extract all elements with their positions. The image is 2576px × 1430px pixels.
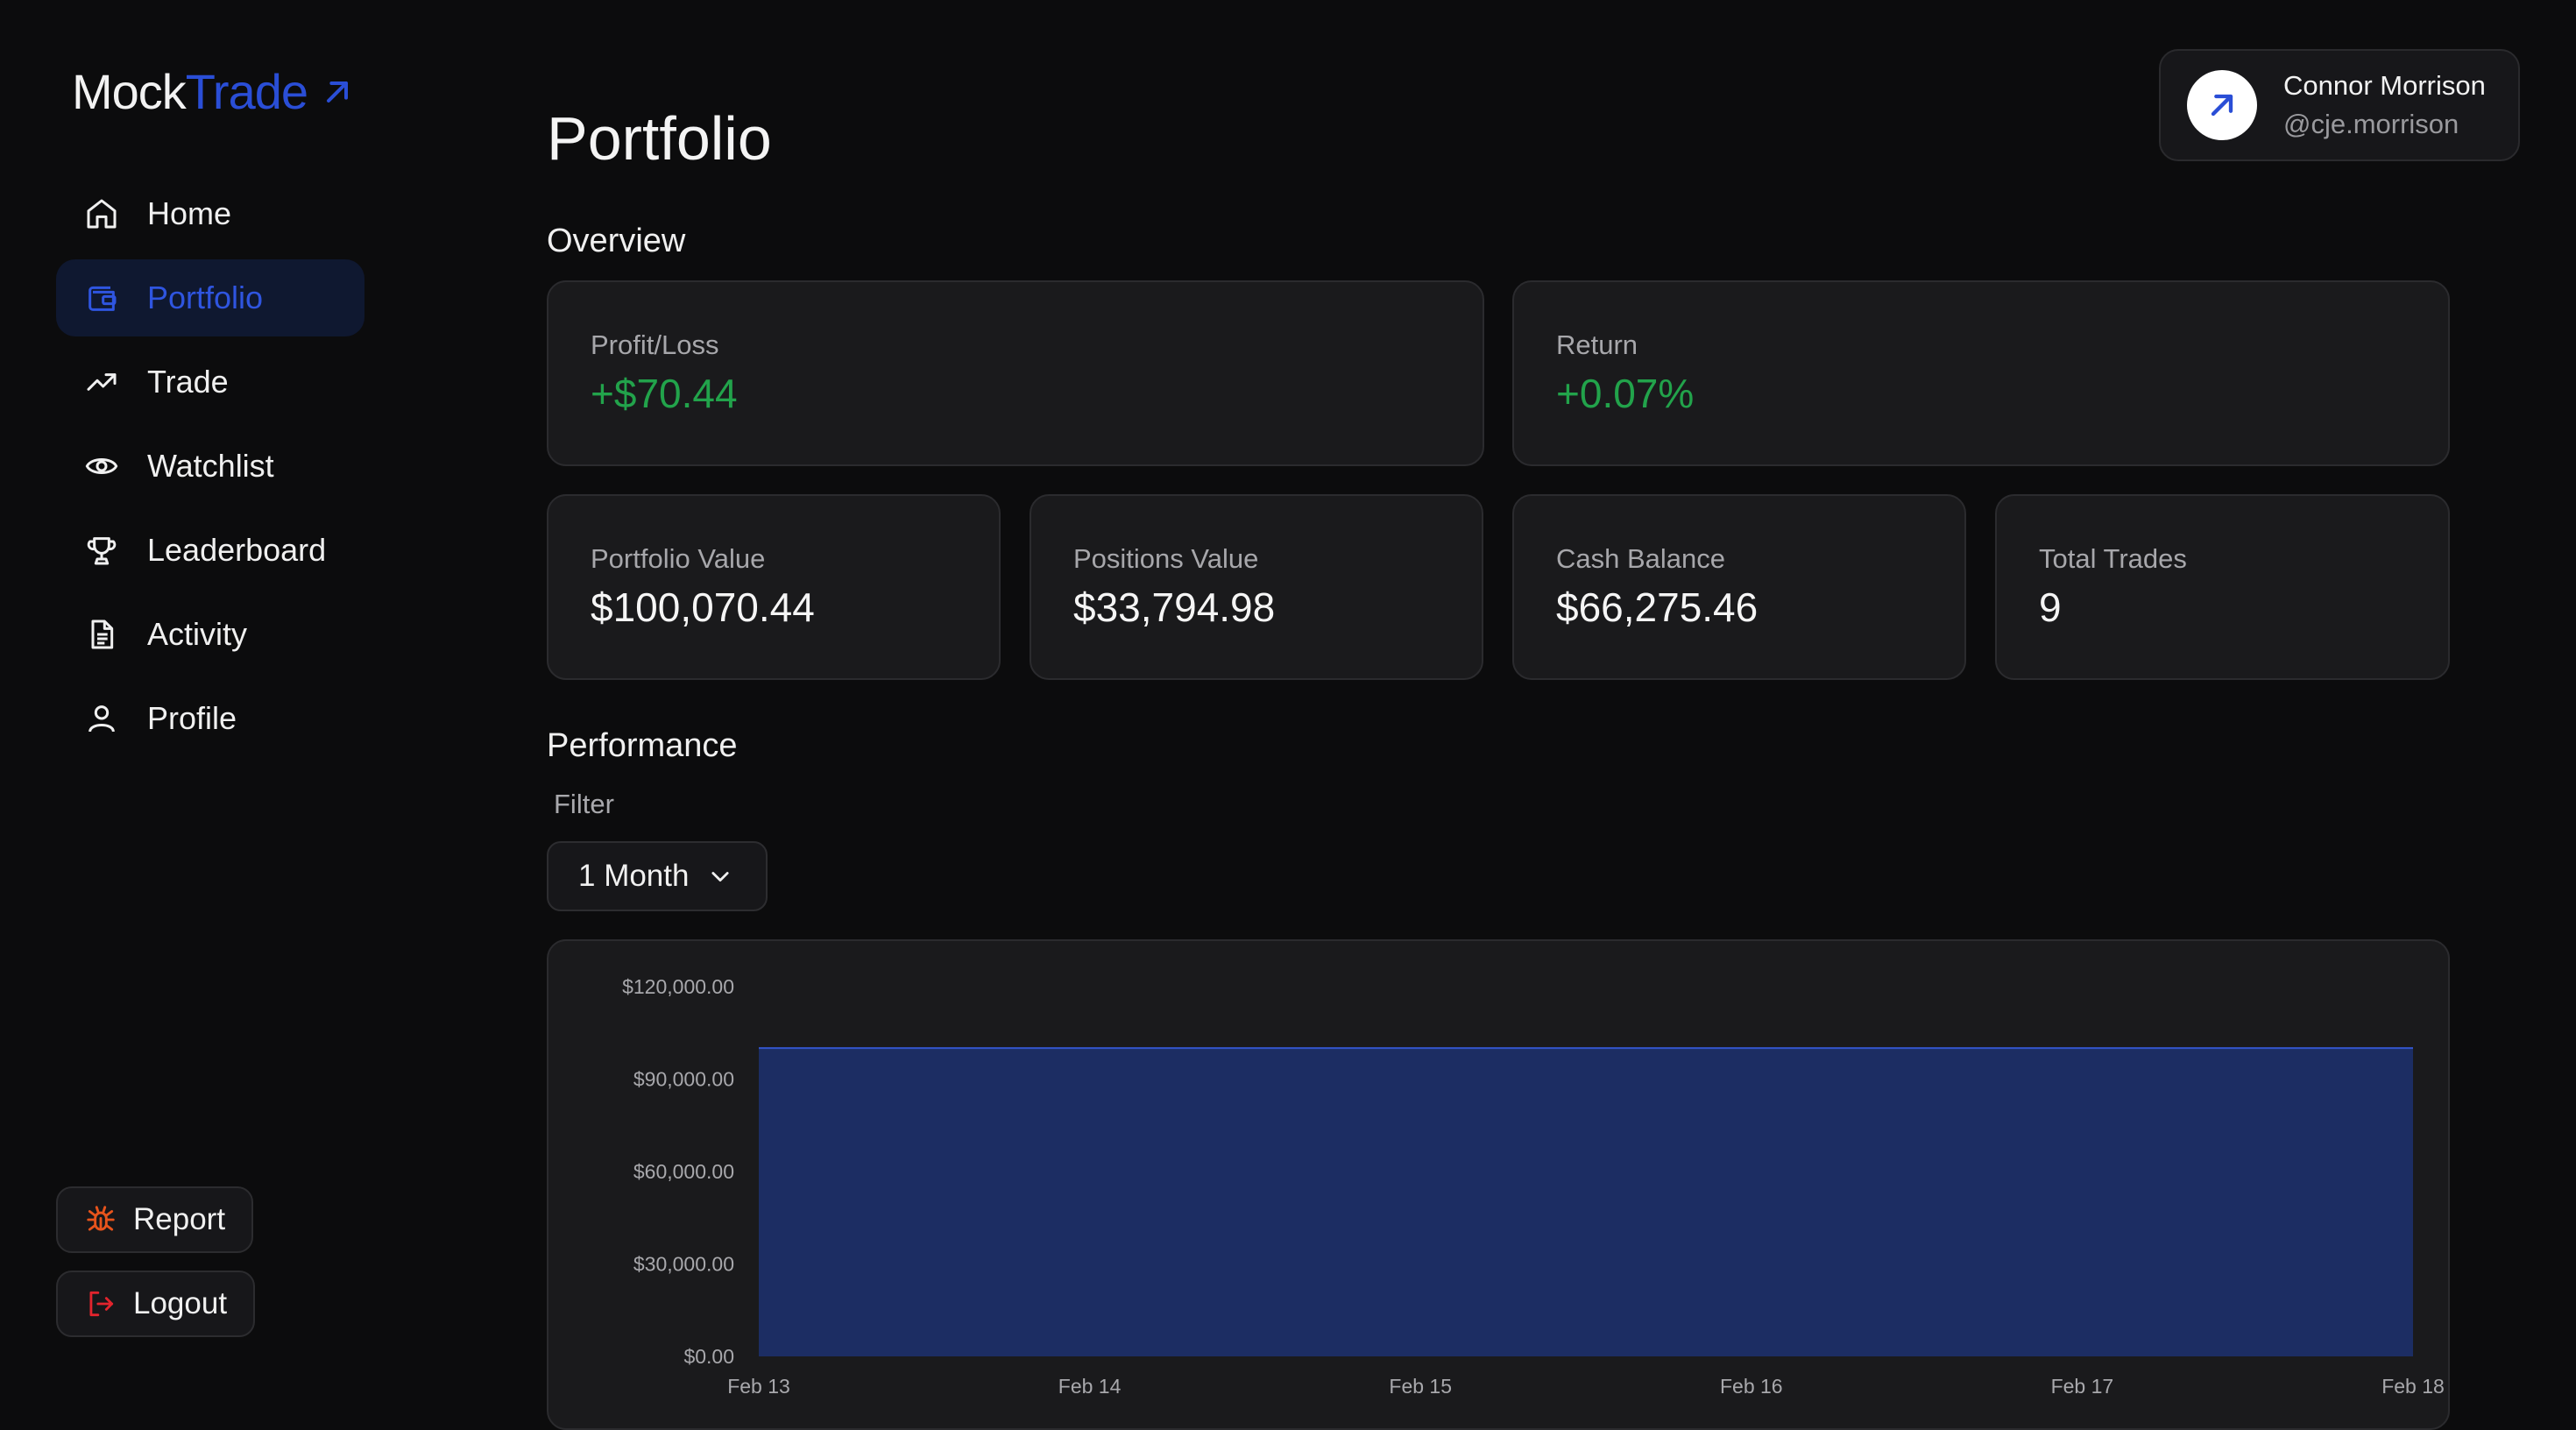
filter-label: Filter xyxy=(554,789,614,819)
brand-logo[interactable]: Mock Trade xyxy=(72,63,355,120)
positions-value-card: Positions Value $33,794.98 xyxy=(1030,494,1483,680)
cash-balance-card: Cash Balance $66,275.46 xyxy=(1512,494,1966,680)
sidebar-item-label: Home xyxy=(147,195,232,231)
document-icon xyxy=(91,619,114,649)
profit-loss-value: +$70.44 xyxy=(591,371,738,416)
logout-icon xyxy=(89,1291,114,1317)
sidebar-item-trade[interactable]: Trade xyxy=(56,343,364,421)
total-trades-value: 9 xyxy=(2039,584,2062,630)
arrow-up-right-icon xyxy=(2211,94,2233,117)
bug-icon xyxy=(87,1206,115,1231)
sidebar-nav: Home Portfolio Trade Watchlist Leaderboa… xyxy=(56,175,364,764)
return-label: Return xyxy=(1556,329,1638,360)
home-icon xyxy=(87,199,117,229)
performance-title: Performance xyxy=(547,727,738,764)
total-trades-label: Total Trades xyxy=(2039,543,2187,574)
sidebar-item-activity[interactable]: Activity xyxy=(56,596,364,673)
y-tick-label: $60,000.00 xyxy=(633,1160,734,1183)
return-card: Return +0.07% xyxy=(1512,280,2450,466)
x-tick-label: Feb 16 xyxy=(1720,1375,1783,1398)
chevron-down-icon xyxy=(711,872,730,882)
arrow-up-right-icon xyxy=(327,81,349,103)
logout-label: Logout xyxy=(133,1286,228,1320)
user-handle: @cje.morrison xyxy=(2283,109,2459,139)
sidebar-item-profile[interactable]: Profile xyxy=(56,680,364,757)
profit-loss-card: Profit/Loss +$70.44 xyxy=(547,280,1484,466)
performance-chart: $0.00 $30,000.00 $60,000.00 $90,000.00 $120,… xyxy=(547,939,2450,1430)
overview-title: Overview xyxy=(547,223,686,259)
timeframe-value: 1 Month xyxy=(578,859,690,893)
sidebar-item-label: Leaderboard xyxy=(147,532,327,568)
brand-name-part1: Mock xyxy=(72,64,187,119)
sidebar: Mock Trade Home Portfolio Trade Watchlist… xyxy=(0,0,456,1397)
avatar xyxy=(2187,70,2257,140)
user-icon xyxy=(88,705,115,733)
total-trades-card: Total Trades 9 xyxy=(1995,494,2450,680)
cash-balance-label: Cash Balance xyxy=(1556,543,1726,574)
x-tick-label: Feb 15 xyxy=(1389,1375,1452,1398)
sidebar-item-watchlist[interactable]: Watchlist xyxy=(56,428,364,505)
portfolio-value-value: $100,070.44 xyxy=(591,584,815,630)
x-tick-label: Feb 17 xyxy=(2051,1375,2114,1398)
portfolio-value-card: Portfolio Value $100,070.44 xyxy=(547,494,1001,680)
sidebar-item-label: Portfolio xyxy=(147,280,264,315)
sidebar-item-label: Activity xyxy=(147,616,248,652)
sidebar-item-label: Profile xyxy=(147,700,237,736)
eye-icon xyxy=(85,458,118,474)
performance-chart-svg: $0.00 $30,000.00 $60,000.00 $90,000.00 $120,… xyxy=(622,975,2445,1398)
y-tick-label: $30,000.00 xyxy=(633,1253,734,1276)
sidebar-item-label: Watchlist xyxy=(147,448,274,484)
user-info: Connor Morrison @cje.morrison xyxy=(2283,70,2486,140)
x-tick-label: Feb 14 xyxy=(1058,1375,1122,1398)
x-tick-label: Feb 18 xyxy=(2381,1375,2445,1398)
report-button[interactable]: Report xyxy=(56,1186,254,1253)
sidebar-item-leaderboard[interactable]: Leaderboard xyxy=(56,512,364,589)
timeframe-select[interactable]: 1 Month xyxy=(547,841,768,911)
cash-balance-value: $66,275.46 xyxy=(1556,584,1759,630)
x-tick-label: Feb 13 xyxy=(727,1375,790,1398)
logout-button[interactable]: Logout xyxy=(56,1271,256,1337)
sidebar-item-home[interactable]: Home xyxy=(56,175,364,252)
brand-name-part2: Trade xyxy=(185,64,308,119)
y-tick-label: $0.00 xyxy=(683,1345,734,1368)
report-label: Report xyxy=(133,1202,226,1236)
y-tick-label: $120,000.00 xyxy=(622,975,734,998)
sidebar-item-label: Trade xyxy=(147,364,229,400)
trending-up-icon xyxy=(87,373,117,391)
y-tick-label: $90,000.00 xyxy=(633,1068,734,1091)
page-title: Portfolio xyxy=(547,104,772,173)
positions-value-value: $33,794.98 xyxy=(1073,584,1276,630)
portfolio-value-area xyxy=(759,1048,2413,1356)
return-value: +0.07% xyxy=(1556,371,1695,416)
wallet-icon xyxy=(88,286,117,311)
user-card[interactable]: Connor Morrison @cje.morrison xyxy=(2159,49,2520,161)
portfolio-value-label: Portfolio Value xyxy=(591,543,766,574)
user-name: Connor Morrison xyxy=(2283,70,2486,101)
positions-value-label: Positions Value xyxy=(1073,543,1259,574)
sidebar-item-portfolio[interactable]: Portfolio xyxy=(56,259,364,336)
profit-loss-label: Profit/Loss xyxy=(591,329,719,360)
trophy-icon xyxy=(87,537,117,565)
